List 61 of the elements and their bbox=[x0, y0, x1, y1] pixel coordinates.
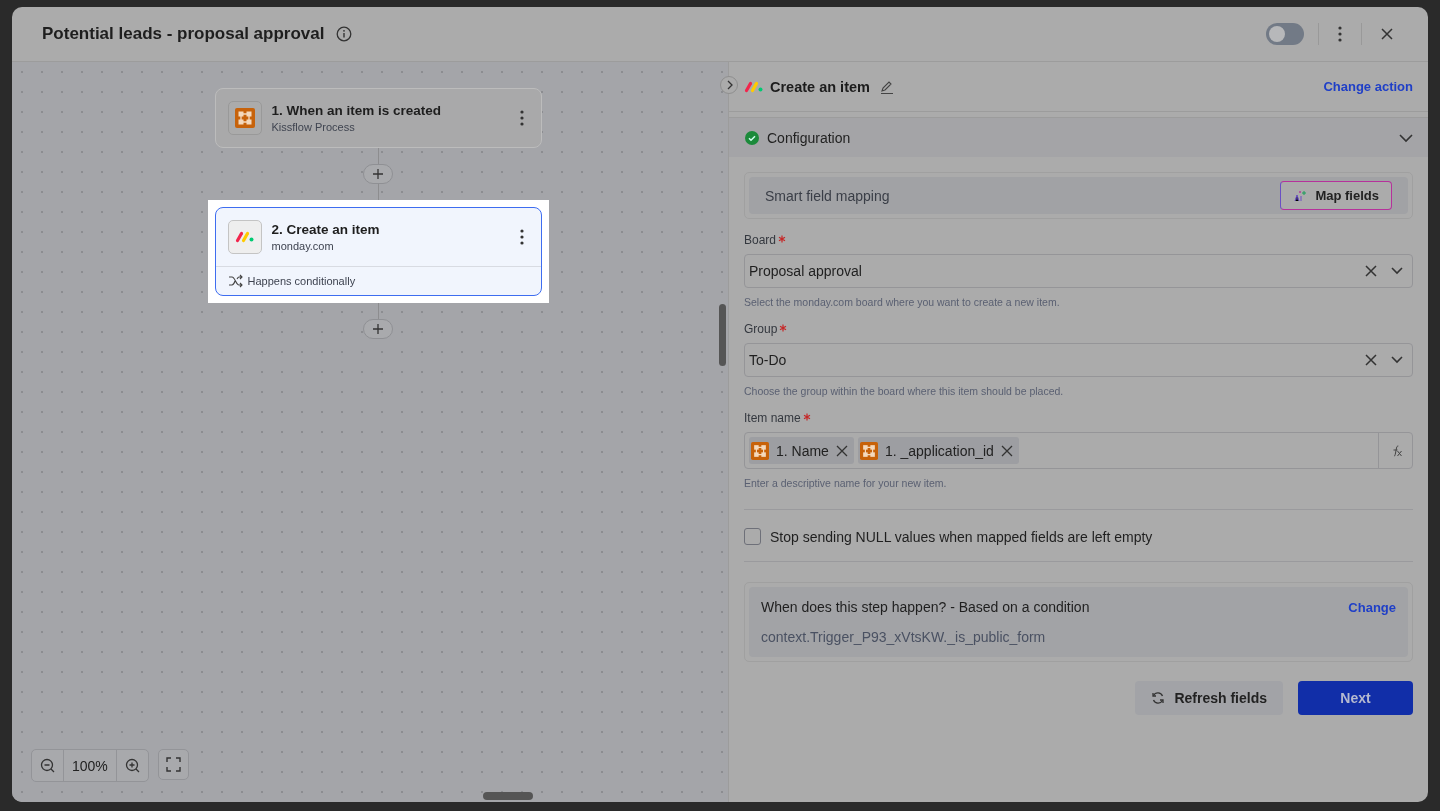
field-help-text: Choose the group within the board where this item should be placed. bbox=[744, 385, 1065, 397]
mapping-label: Smart field mapping bbox=[765, 187, 890, 204]
more-icon bbox=[518, 228, 525, 246]
remove-icon bbox=[1000, 444, 1013, 457]
grid-logo-icon bbox=[234, 108, 255, 128]
step-title: 2. Create an item bbox=[271, 222, 381, 237]
more-icon bbox=[1337, 25, 1343, 43]
more-icon bbox=[518, 109, 525, 127]
resize-handle[interactable] bbox=[719, 304, 726, 366]
zoom-out-icon bbox=[40, 758, 55, 773]
field-help-text: Select the monday.com board where you want to create a new item. bbox=[744, 296, 1061, 308]
close-icon bbox=[1380, 27, 1394, 41]
section-header[interactable]: Configuration bbox=[729, 117, 1428, 157]
step-app-name: Kissflow Process bbox=[271, 121, 356, 133]
token-input-field[interactable]: 1. Name 1. _application_id bbox=[744, 432, 1413, 469]
zoom-in-icon bbox=[124, 758, 140, 773]
add-step-button[interactable] bbox=[363, 164, 393, 184]
add-step-button[interactable] bbox=[363, 319, 393, 339]
condition-label: Happens conditionally bbox=[247, 275, 356, 287]
refresh-fields-button[interactable]: Refresh fields bbox=[1135, 681, 1283, 715]
step-title: 1. When an item is created bbox=[271, 103, 443, 118]
close-icon bbox=[1364, 353, 1378, 367]
field-token[interactable]: 1. Name bbox=[749, 437, 854, 464]
field-token[interactable]: 1. _application_id bbox=[857, 437, 1019, 464]
plus-icon bbox=[372, 168, 384, 180]
field-label: Board bbox=[744, 233, 777, 247]
field-label: Item name bbox=[744, 411, 801, 425]
condition-expression: context.Trigger_P93_xVtsKW._is_public_form bbox=[761, 629, 1047, 645]
action-title: Create an item bbox=[770, 78, 870, 95]
checkbox-label: Stop sending NULL values when mapped fields are left empty bbox=[770, 528, 1153, 545]
sparkle-icon bbox=[1293, 188, 1308, 203]
branch-arrows-icon bbox=[227, 274, 243, 288]
expand-corners-icon bbox=[165, 757, 181, 772]
map-fields-button[interactable]: Map fields bbox=[1280, 181, 1392, 210]
resize-handle[interactable] bbox=[483, 792, 533, 800]
field-help-text: Enter a descriptive name for your new item. bbox=[744, 477, 948, 489]
step-app-name: monday.com bbox=[271, 240, 335, 252]
pencil-icon bbox=[879, 79, 894, 94]
zoom-level: 100% bbox=[63, 750, 117, 781]
info-icon bbox=[336, 26, 353, 42]
field-label: Group bbox=[744, 322, 778, 336]
plus-icon bbox=[372, 323, 384, 335]
grid-logo-icon bbox=[859, 441, 878, 460]
dropdown-field[interactable]: Proposal approval bbox=[744, 254, 1413, 288]
fit-view-button[interactable] bbox=[157, 749, 189, 780]
grid-logo-icon bbox=[751, 441, 769, 460]
step-card[interactable]: 1. When an item is created Kissflow Process bbox=[214, 88, 542, 148]
colored-stripes-logo-icon bbox=[234, 229, 255, 245]
section-title: Configuration bbox=[767, 129, 851, 146]
change-action-link[interactable]: Change action bbox=[1323, 79, 1413, 94]
window-title: Potential leads - proposal approval bbox=[42, 24, 325, 44]
close-icon bbox=[1364, 264, 1378, 278]
toggle-switch[interactable] bbox=[1266, 23, 1304, 45]
next-button[interactable]: Next bbox=[1298, 681, 1413, 715]
checkbox[interactable] bbox=[744, 528, 761, 545]
change-link[interactable]: Change bbox=[1348, 599, 1396, 615]
refresh-icon bbox=[1151, 691, 1166, 705]
remove-icon bbox=[835, 444, 848, 457]
condition-title: When does this step happen? - Based on a condition bbox=[761, 599, 1090, 615]
dropdown-field[interactable]: To-Do bbox=[744, 343, 1413, 377]
step-card[interactable]: 2. Create an item monday.com Happens conditionally bbox=[214, 207, 542, 296]
